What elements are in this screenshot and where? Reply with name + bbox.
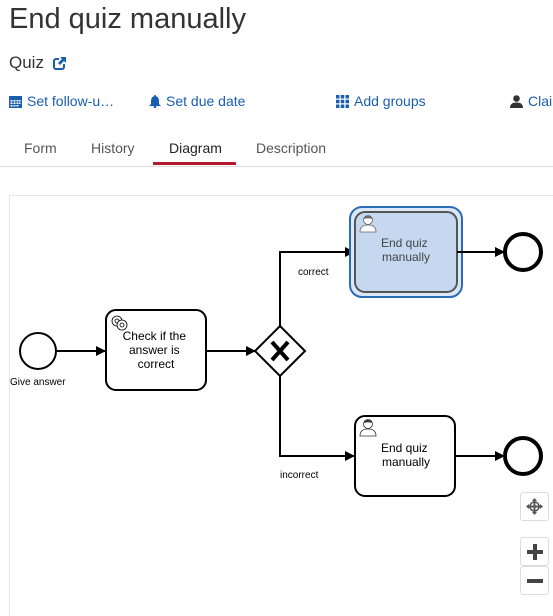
set-follow-up-button[interactable]: Set follow-u… (9, 93, 114, 109)
minus-icon (526, 578, 543, 583)
sequence-flow-incorrect (279, 376, 355, 461)
bottom-task-label-1: End quiz (381, 441, 428, 455)
bpmn-diagram[interactable]: Give answer Check if the answer is corre… (9, 195, 553, 616)
end-event-top[interactable] (503, 232, 543, 272)
task-tabs: Form History Diagram Description (0, 128, 553, 167)
top-task-label-2: manually (382, 250, 430, 264)
calendar-icon (9, 95, 22, 108)
process-name-label: Quiz (9, 53, 44, 72)
external-link-icon[interactable] (52, 54, 67, 76)
claim-button[interactable]: Clai (510, 93, 552, 109)
user-task[interactable]: End quiz manually (354, 415, 456, 497)
service-task-label-1: Check if the (123, 329, 187, 343)
add-groups-label: Add groups (354, 93, 426, 109)
bottom-task-label-2: manually (382, 455, 430, 469)
flow-label-incorrect: incorrect (280, 470, 319, 481)
user-icon (510, 94, 523, 108)
process-name[interactable]: Quiz (9, 52, 67, 76)
set-follow-up-label: Set follow-u… (27, 93, 115, 109)
start-event-label: Give answer (10, 377, 66, 388)
plus-icon (526, 543, 543, 560)
tab-diagram[interactable]: Diagram (169, 140, 222, 156)
end-event-bottom[interactable] (503, 436, 543, 476)
sequence-flow-correct (279, 247, 355, 326)
service-task-label-2: answer is (129, 343, 180, 357)
add-groups-button[interactable]: Add groups (336, 93, 426, 109)
reset-zoom-button[interactable] (520, 492, 549, 521)
exclusive-gateway[interactable] (253, 324, 307, 378)
page-title: End quiz manually (9, 3, 246, 35)
tab-history[interactable]: History (91, 140, 135, 156)
service-task-label-3: correct (138, 357, 175, 371)
bell-icon (149, 94, 161, 108)
claim-label: Clai (528, 93, 553, 109)
svg-text:End quiz manually: End quiz manually (381, 441, 431, 469)
flow-label-correct: correct (298, 267, 329, 278)
start-event[interactable] (19, 332, 57, 370)
zoom-out-button[interactable] (520, 566, 549, 595)
top-task-label-1: End quiz (381, 236, 428, 250)
zoom-in-button[interactable] (520, 537, 549, 566)
tab-description[interactable]: Description (256, 140, 326, 156)
set-due-date-button[interactable]: Set due date (149, 93, 245, 109)
tab-form[interactable]: Form (24, 140, 57, 156)
user-task-highlighted[interactable]: End quiz manually (349, 206, 463, 298)
task-actions: Set follow-u… Set due date Add groups Cl… (0, 93, 553, 113)
crosshair-icon (526, 498, 543, 515)
svg-text:End quiz manually: End quiz manually (381, 236, 431, 264)
active-tab-indicator (153, 162, 236, 165)
grid-icon (336, 94, 349, 108)
set-due-date-label: Set due date (166, 93, 246, 109)
service-task[interactable]: Check if the answer is correct (105, 309, 207, 391)
